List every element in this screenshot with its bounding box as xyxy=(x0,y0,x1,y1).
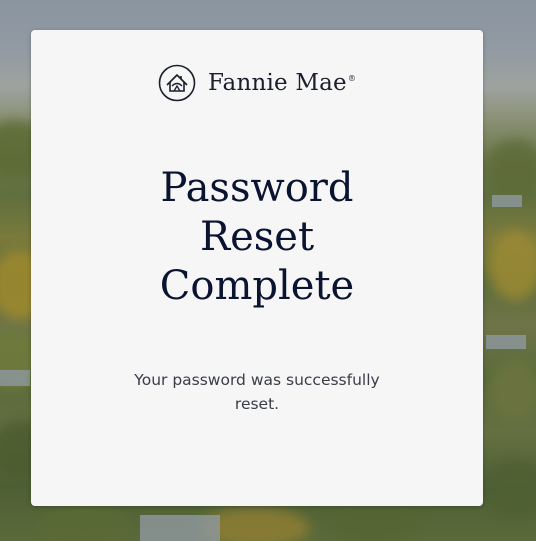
title-line-2: Reset xyxy=(199,213,315,260)
title-line-1: Password xyxy=(160,164,354,211)
title-line-3: Complete xyxy=(159,262,355,309)
page-title: Password Reset Complete xyxy=(31,164,483,311)
fannie-mae-house-logo-icon xyxy=(158,64,196,102)
brand-header: Fannie Mae® xyxy=(31,64,483,102)
registered-mark: ® xyxy=(347,74,357,84)
success-message: Your password was successfully reset. xyxy=(134,370,380,413)
password-reset-card: Fannie Mae® Password Reset Complete Your… xyxy=(31,30,483,506)
brand-name: Fannie Mae® xyxy=(207,70,357,96)
